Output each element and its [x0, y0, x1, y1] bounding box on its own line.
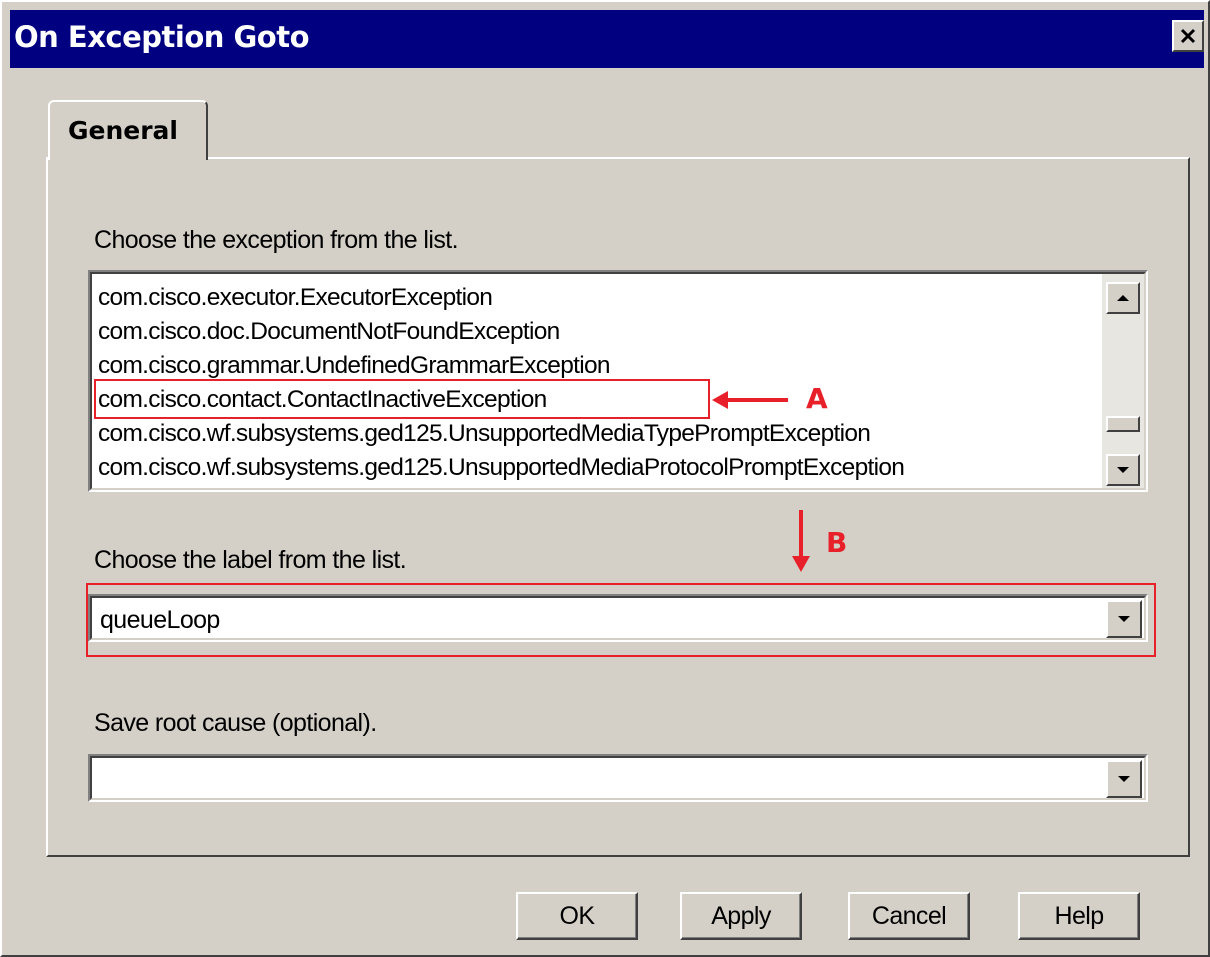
close-icon	[1180, 28, 1196, 44]
list-item[interactable]: com.cisco.wf.subsystems.ged125.Unsupport…	[98, 420, 871, 448]
dialog-window: On Exception Goto General Choose the exc…	[0, 0, 1210, 957]
scroll-down-button[interactable]	[1106, 454, 1140, 486]
tab-panel-general	[46, 157, 1190, 857]
combobox-frame: queueLoop	[90, 596, 1146, 640]
scroll-thumb[interactable]	[1106, 416, 1140, 432]
ok-button[interactable]: OK	[516, 892, 638, 940]
tab-general-label: General	[68, 116, 178, 145]
annotation-label-a: A	[806, 382, 828, 415]
annotation-label-b: B	[826, 526, 848, 559]
chevron-down-icon	[1118, 776, 1130, 782]
list-item[interactable]: com.cisco.doc.DocumentNotFoundException	[98, 318, 560, 346]
close-button[interactable]	[1172, 20, 1204, 52]
tab-general[interactable]: General	[48, 100, 208, 160]
root-cause-label: Save root cause (optional).	[94, 709, 377, 737]
chevron-down-icon	[1118, 616, 1130, 622]
list-item[interactable]: com.cisco.grammar.UndefinedGrammarExcept…	[98, 352, 611, 380]
annotation-arrow-b-icon	[792, 510, 810, 572]
root-cause-combobox[interactable]	[88, 754, 1148, 802]
window-title: On Exception Goto	[14, 20, 310, 54]
annotation-arrow-a-icon	[712, 391, 788, 409]
help-button[interactable]: Help	[1018, 892, 1140, 940]
label-dropdown-button[interactable]	[1106, 600, 1142, 638]
annotation-box-a	[94, 379, 710, 419]
list-item[interactable]: com.cisco.executor.ExecutorException	[98, 284, 493, 312]
listbox-scrollbar[interactable]	[1102, 274, 1144, 488]
title-bar[interactable]: On Exception Goto	[10, 10, 1204, 68]
chevron-down-icon	[1117, 467, 1129, 473]
chevron-up-icon	[1117, 295, 1129, 301]
scroll-up-button[interactable]	[1106, 282, 1140, 314]
root-cause-dropdown-button[interactable]	[1106, 760, 1142, 798]
label-combobox-value: queueLoop	[100, 606, 220, 634]
list-item[interactable]: com.cisco.wf.subsystems.ged125.Unsupport…	[98, 454, 905, 482]
exception-list-label: Choose the exception from the list.	[94, 226, 459, 254]
label-combobox[interactable]: queueLoop	[88, 594, 1148, 642]
apply-button[interactable]: Apply	[680, 892, 802, 940]
cancel-button[interactable]: Cancel	[848, 892, 970, 940]
combobox-frame	[90, 756, 1146, 800]
label-list-label: Choose the label from the list.	[94, 546, 407, 574]
